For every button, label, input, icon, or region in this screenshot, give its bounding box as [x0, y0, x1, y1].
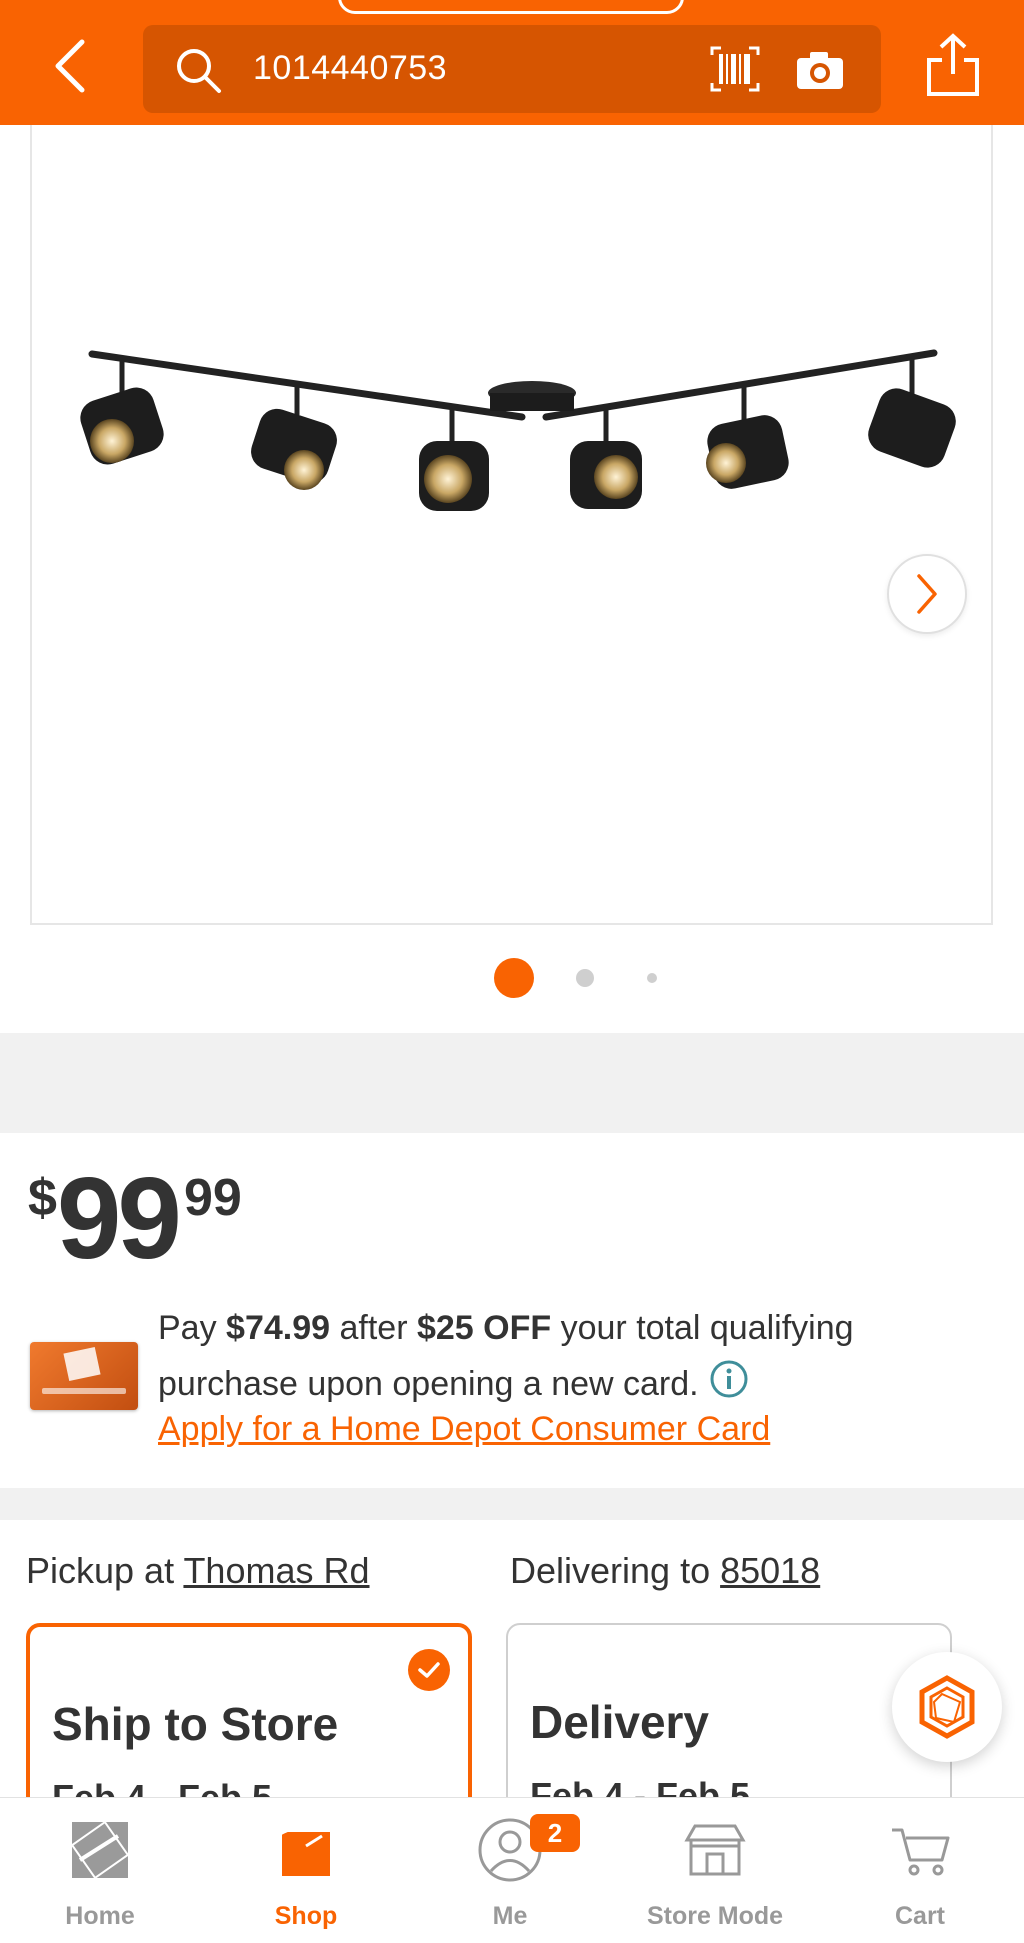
nav-label: Home	[65, 1902, 135, 1930]
pickup-location: Pickup at Thomas Rd	[26, 1550, 370, 1591]
light-head	[80, 357, 164, 465]
nav-store-mode[interactable]: Store Mode	[625, 1798, 805, 1943]
pagination-dot[interactable]	[576, 969, 594, 987]
store-icon	[684, 1824, 746, 1876]
promo-amount: $74.99	[226, 1309, 331, 1347]
pickup-store-link[interactable]: Thomas Rd	[183, 1550, 369, 1591]
barcode-scan-icon[interactable]	[709, 45, 761, 93]
apply-card-link[interactable]: Apply for a Home Depot Consumer Card	[158, 1410, 770, 1449]
carousel-pagination	[0, 958, 1024, 998]
consumer-card-image	[30, 1342, 138, 1410]
chevron-right-icon	[917, 574, 937, 614]
share-icon[interactable]	[924, 32, 982, 98]
promo-discount: $25 OFF	[416, 1309, 552, 1347]
top-header: 1014440753	[0, 0, 1024, 125]
product-image-carousel	[0, 125, 1024, 1033]
nav-label: Me	[492, 1902, 528, 1930]
bottom-navigation: Home Shop 2 Me Store Mode Cart	[0, 1797, 1024, 1943]
home-depot-logo-icon	[63, 1346, 101, 1382]
delivery-location: Delivering to 85018	[510, 1550, 821, 1591]
chevron-left-icon	[55, 39, 85, 93]
light-head	[868, 357, 956, 468]
nav-cart[interactable]: Cart	[830, 1798, 1010, 1943]
nav-label: Store Mode	[646, 1902, 784, 1930]
ship-to-store-option[interactable]: Ship to Store Feb 4 - Feb 5	[26, 1623, 472, 1823]
chat-assistant-button[interactable]	[892, 1652, 1002, 1762]
camera-icon[interactable]	[795, 49, 845, 91]
light-head	[706, 387, 789, 489]
back-button[interactable]	[40, 34, 100, 98]
search-input[interactable]: 1014440753	[143, 25, 881, 113]
option-title: Delivery	[530, 1696, 710, 1748]
pagination-dot[interactable]	[647, 973, 657, 983]
search-icon	[177, 49, 221, 93]
nav-home[interactable]: Home	[10, 1798, 190, 1943]
notification-badge: 2	[530, 1814, 580, 1852]
credit-promo-text: Pay $74.99 after $25 OFF your total qual…	[158, 1309, 854, 1403]
product-image[interactable]	[30, 125, 993, 925]
section-divider	[0, 1488, 1024, 1520]
option-title: Ship to Store	[52, 1698, 339, 1750]
nav-shop[interactable]: Shop	[216, 1798, 396, 1943]
nav-label: Cart	[894, 1902, 945, 1930]
pagination-dot-active[interactable]	[494, 958, 534, 998]
checkmark-icon	[408, 1649, 450, 1691]
price-dollars: 99	[56, 1153, 182, 1283]
light-head	[570, 409, 642, 509]
info-icon[interactable]	[709, 1359, 749, 1399]
price-cents: 99	[183, 1169, 242, 1227]
light-head	[251, 383, 337, 490]
product-price: $ 99 99	[28, 1160, 242, 1280]
status-pill	[338, 0, 684, 14]
nav-label: Shop	[274, 1902, 338, 1930]
search-query-text: 1014440753	[253, 49, 448, 87]
section-divider	[0, 1033, 1024, 1133]
delivery-option[interactable]: Delivery Feb 4 - Feb 5	[506, 1623, 952, 1823]
home-depot-logo-icon	[70, 1820, 130, 1880]
hexagon-chat-icon	[919, 1675, 975, 1739]
next-image-button[interactable]	[887, 554, 967, 634]
track-light-illustration	[80, 349, 956, 511]
light-head	[419, 407, 489, 511]
delivery-zip-link[interactable]: 85018	[720, 1550, 820, 1591]
price-currency: $	[28, 1169, 57, 1227]
shop-icon	[279, 1823, 333, 1876]
nav-me[interactable]: 2 Me	[420, 1798, 600, 1943]
cart-icon	[892, 1828, 950, 1876]
